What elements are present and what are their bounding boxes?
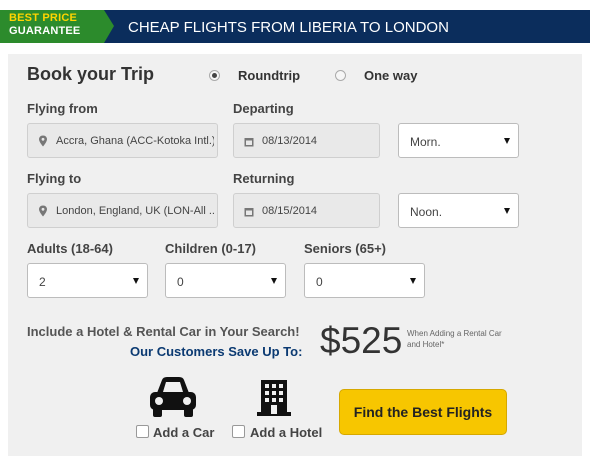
badge-line1: BEST PRICE [9,12,78,24]
find-flights-button[interactable]: Find the Best Flights [339,389,507,435]
flying-from-label: Flying from [27,101,98,116]
flying-to-input[interactable]: London, England, UK (LON-All ... [27,193,218,228]
add-hotel-checkbox[interactable] [232,425,245,438]
flying-from-input[interactable]: Accra, Ghana (ACC-Kotoka Intl.) [27,123,218,158]
badge-fold [104,10,114,43]
chevron-down-icon [504,138,510,144]
calendar-icon [244,208,254,217]
adults-label: Adults (18-64) [27,241,113,256]
departing-label: Departing [233,101,294,116]
returning-time-select[interactable]: Noon. [398,193,519,228]
promo-save-text: Our Customers Save Up To: [130,344,303,359]
one-way-radio[interactable] [335,70,346,81]
chevron-down-icon [410,278,416,284]
page-title: CHEAP FLIGHTS FROM LIBERIA TO LONDON [128,19,449,36]
flying-to-value: London, England, UK (LON-All ... [56,205,214,217]
departing-time-select[interactable]: Morn. [398,123,519,158]
page-header: BEST PRICE GUARANTEE CHEAP FLIGHTS FROM … [0,0,590,46]
returning-time-value: Noon. [410,205,443,219]
one-way-label[interactable]: One way [364,68,417,83]
returning-label: Returning [233,171,295,186]
location-pin-icon [39,205,47,217]
badge-line2: GUARANTEE [9,25,81,37]
returning-date-value: 08/15/2014 [262,205,318,217]
promo-price: $525 [320,320,403,361]
children-select[interactable]: 0 [165,263,286,298]
add-hotel-label[interactable]: Add a Hotel [250,425,322,440]
flying-from-value: Accra, Ghana (ACC-Kotoka Intl.) [56,135,214,147]
seniors-label: Seniors (65+) [304,241,387,256]
departing-date-value: 08/13/2014 [262,135,318,147]
departing-time-value: Morn. [410,135,441,149]
car-icon [150,377,196,417]
adults-select[interactable]: 2 [27,263,148,298]
location-pin-icon [39,135,47,147]
seniors-value: 0 [316,275,323,289]
chevron-down-icon [271,278,277,284]
promo-price-note: When Adding a Rental Car and Hotel* [407,329,502,349]
flying-to-label: Flying to [27,171,82,186]
calendar-icon [244,138,254,147]
add-car-label[interactable]: Add a Car [153,425,214,440]
hotel-icon [257,380,291,416]
chevron-down-icon [504,208,510,214]
adults-value: 2 [39,275,46,289]
promo-line: Include a Hotel & Rental Car in Your Sea… [27,324,300,339]
add-car-checkbox[interactable] [136,425,149,438]
returning-date-input[interactable]: 08/15/2014 [233,193,380,228]
children-label: Children (0-17) [165,241,257,256]
departing-date-input[interactable]: 08/13/2014 [233,123,380,158]
roundtrip-label[interactable]: Roundtrip [238,68,300,83]
booking-heading: Book your Trip [27,64,155,84]
children-value: 0 [177,275,184,289]
seniors-select[interactable]: 0 [304,263,425,298]
roundtrip-radio[interactable] [209,70,220,81]
chevron-down-icon [133,278,139,284]
